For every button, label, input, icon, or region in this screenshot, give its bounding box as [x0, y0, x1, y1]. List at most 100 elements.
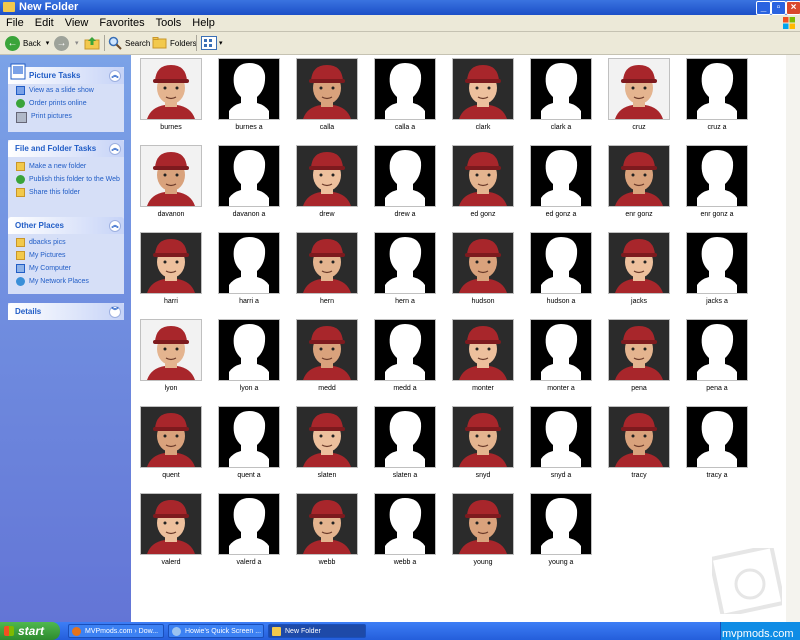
network-icon: [16, 277, 25, 286]
place-my-computer[interactable]: My Computer: [8, 262, 124, 275]
file-thumbnail[interactable]: valerd: [133, 493, 209, 566]
file-thumbnail[interactable]: drew: [289, 145, 365, 218]
file-thumbnail[interactable]: pena a: [679, 319, 755, 392]
file-thumbnail[interactable]: drew a: [367, 145, 443, 218]
file-thumbnail[interactable]: ed gonz: [445, 145, 521, 218]
menu-view[interactable]: View: [59, 15, 94, 29]
silhouette-mask-image: [686, 145, 748, 207]
file-thumbnail[interactable]: cruz a: [679, 58, 755, 131]
file-thumbnail[interactable]: clark a: [523, 58, 599, 131]
place-my-network[interactable]: My Network Places: [8, 275, 124, 288]
file-name-label: valerd: [161, 559, 181, 566]
menu-edit[interactable]: Edit: [29, 15, 59, 29]
file-thumbnail[interactable]: calla a: [367, 58, 443, 131]
file-thumbnail[interactable]: monter a: [523, 319, 599, 392]
task-share-folder[interactable]: Share this folder: [8, 186, 124, 199]
file-thumbnail[interactable]: jacks a: [679, 232, 755, 305]
details-header[interactable]: Details ︾: [8, 303, 124, 320]
collapse-chevron-icon[interactable]: ︽: [109, 143, 121, 155]
task-publish-web[interactable]: Publish this folder to the Web: [8, 173, 124, 186]
file-thumbnail[interactable]: enr gonz a: [679, 145, 755, 218]
file-name-label: tracy a: [706, 472, 728, 479]
file-thumbnail[interactable]: snyd a: [523, 406, 599, 479]
search-button[interactable]: Search: [108, 35, 150, 51]
file-thumbnail[interactable]: ed gonz a: [523, 145, 599, 218]
taskbar-item-screen-capture[interactable]: Howie's Quick Screen ...: [168, 624, 264, 638]
file-thumbnail[interactable]: medd: [289, 319, 365, 392]
file-thumbnail[interactable]: clark: [445, 58, 521, 131]
file-thumbnail[interactable]: slaten: [289, 406, 365, 479]
file-thumbnail[interactable]: valerd a: [211, 493, 287, 566]
file-thumbnail[interactable]: young: [445, 493, 521, 566]
taskbar-item-new-folder[interactable]: New Folder: [268, 624, 366, 638]
file-thumbnail[interactable]: pena: [601, 319, 677, 392]
minimize-button[interactable]: _: [756, 1, 771, 15]
folders-button[interactable]: Folders: [152, 35, 197, 51]
menu-tools[interactable]: Tools: [150, 15, 187, 29]
task-order-prints[interactable]: Order prints online: [8, 97, 124, 110]
file-thumbnail[interactable]: harri a: [211, 232, 287, 305]
taskbar-item-browser[interactable]: MVPmods.com › Dow...: [68, 624, 164, 638]
file-thumbnail[interactable]: snyd: [445, 406, 521, 479]
file-thumbnail[interactable]: cruz: [601, 58, 677, 131]
player-headshot-image: [296, 319, 358, 381]
silhouette-mask-image: [218, 145, 280, 207]
file-thumbnail[interactable]: hern a: [367, 232, 443, 305]
picture-tasks-header[interactable]: Picture Tasks ︽: [8, 63, 124, 84]
file-name-label: slaten: [317, 472, 337, 479]
other-places-header[interactable]: Other Places ︽: [8, 217, 124, 234]
file-thumbnail[interactable]: hern: [289, 232, 365, 305]
maximize-button[interactable]: ▫: [771, 1, 786, 15]
file-thumbnail[interactable]: slaten a: [367, 406, 443, 479]
task-slide-show[interactable]: View as a slide show: [8, 84, 124, 97]
views-dropdown-icon[interactable]: ▾: [219, 39, 223, 47]
slide-show-icon: [16, 86, 25, 95]
expand-chevron-icon[interactable]: ︾: [109, 306, 121, 318]
menu-help[interactable]: Help: [186, 15, 220, 29]
file-thumbnail[interactable]: quent a: [211, 406, 287, 479]
up-folder-button[interactable]: [84, 35, 100, 51]
file-thumbnail[interactable]: medd a: [367, 319, 443, 392]
file-thumbnail[interactable]: webb: [289, 493, 365, 566]
player-headshot-image: [296, 493, 358, 555]
start-button[interactable]: start: [0, 622, 60, 640]
file-thumbnail[interactable]: calla: [289, 58, 365, 131]
close-button[interactable]: ×: [786, 1, 800, 15]
file-thumbnail[interactable]: davanon a: [211, 145, 287, 218]
file-thumbnail[interactable]: lyon: [133, 319, 209, 392]
file-thumbnail[interactable]: enr gonz: [601, 145, 677, 218]
file-thumbnail[interactable]: harri: [133, 232, 209, 305]
menu-file[interactable]: File: [0, 15, 29, 29]
menu-favorites[interactable]: Favorites: [93, 15, 149, 29]
file-name-label: snyd a: [550, 472, 572, 479]
silhouette-mask-image: [686, 406, 748, 468]
place-my-pictures[interactable]: My Pictures: [8, 249, 124, 262]
file-thumbnail[interactable]: tracy: [601, 406, 677, 479]
file-thumbnail[interactable]: quent: [133, 406, 209, 479]
file-thumbnail[interactable]: tracy a: [679, 406, 755, 479]
back-button[interactable]: ← Back ▾: [5, 35, 49, 51]
up-folder-icon: [84, 37, 100, 50]
collapse-chevron-icon[interactable]: ︽: [109, 220, 121, 232]
place-dbacks-pics[interactable]: dbacks pics: [8, 236, 124, 249]
collapse-chevron-icon[interactable]: ︽: [109, 70, 121, 82]
file-thumbnail[interactable]: hudson a: [523, 232, 599, 305]
task-print-pictures[interactable]: Print pictures: [8, 110, 124, 125]
forward-button[interactable]: → ▾: [54, 35, 79, 51]
file-thumbnail[interactable]: webb a: [367, 493, 443, 566]
file-thumbnail[interactable]: burnes a: [211, 58, 287, 131]
task-new-folder[interactable]: Make a new folder: [8, 160, 124, 173]
search-icon: [108, 36, 122, 50]
views-button[interactable]: ▾: [201, 35, 223, 51]
file-thumbnail[interactable]: lyon a: [211, 319, 287, 392]
file-thumbnail[interactable]: burnes: [133, 58, 209, 131]
file-folder-tasks-header[interactable]: File and Folder Tasks ︽: [8, 140, 124, 157]
forward-dropdown-icon[interactable]: ▾: [75, 39, 79, 47]
file-thumbnail[interactable]: jacks: [601, 232, 677, 305]
file-thumbnail[interactable]: young a: [523, 493, 599, 566]
vertical-scrollbar[interactable]: [786, 55, 800, 622]
back-dropdown-icon[interactable]: ▾: [46, 39, 50, 47]
file-thumbnail[interactable]: hudson: [445, 232, 521, 305]
file-thumbnail[interactable]: monter: [445, 319, 521, 392]
file-thumbnail[interactable]: davanon: [133, 145, 209, 218]
